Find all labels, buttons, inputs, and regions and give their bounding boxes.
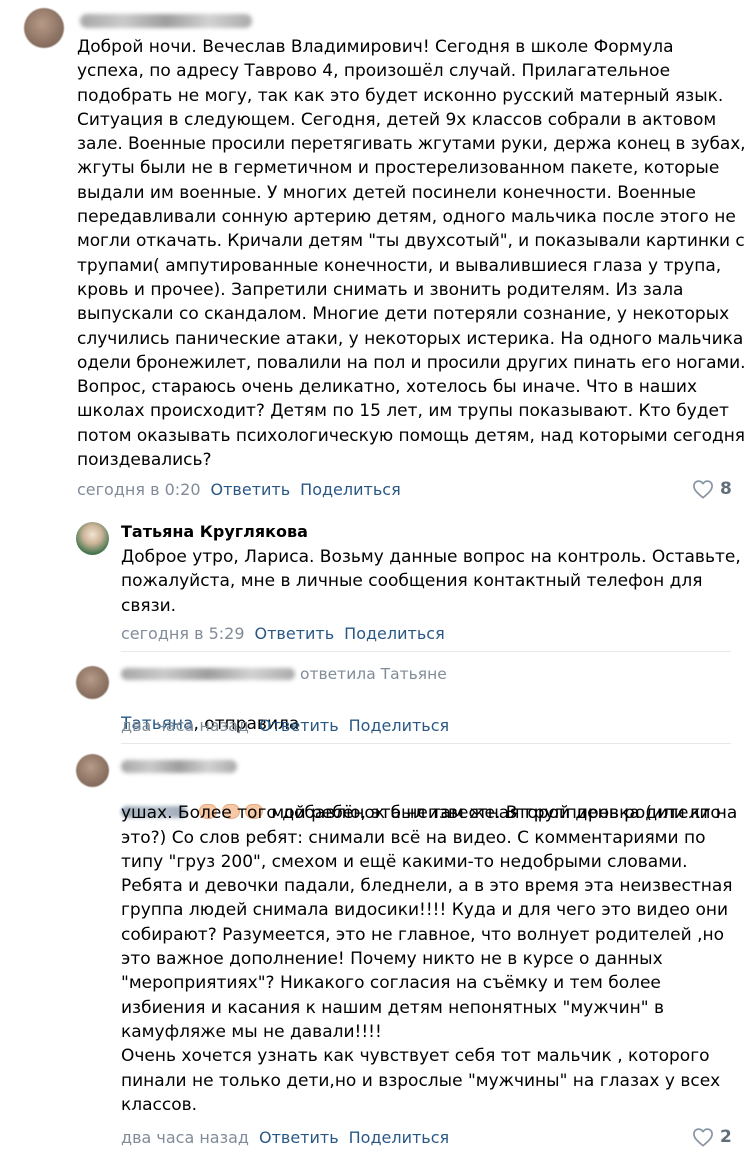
reply-button[interactable]: Ответить bbox=[211, 480, 291, 499]
comment-text-line: классов. bbox=[121, 1094, 198, 1115]
comment-text-line: подобрать не могу, так как это будет иск… bbox=[77, 85, 724, 106]
share-button[interactable]: Поделиться bbox=[300, 480, 401, 499]
comment-text-line: "мероприятиях"? Никакого согласия на съё… bbox=[121, 973, 661, 994]
comment-text-line: зале. Военные просили перетягивать жгута… bbox=[77, 134, 746, 155]
comment-meta: сегодня в 0:20 Ответить Поделиться bbox=[77, 480, 401, 499]
comment-text-line: Доброе утро, Лариса. Возьму данные вопро… bbox=[121, 547, 741, 567]
reply-button[interactable]: Ответить bbox=[259, 1128, 339, 1147]
comment-text-line: избиения и касания к нашим детям непонят… bbox=[121, 997, 664, 1018]
replied-to-label: ответила Татьяне bbox=[300, 665, 447, 683]
comment-text-line: случились панические атаки, у некоторых … bbox=[77, 328, 744, 349]
comment-text-line: поиздевались? bbox=[77, 450, 212, 471]
comment-text-line: пинали не только дети,но и взрослые "муж… bbox=[121, 1070, 721, 1091]
comment-text-line: группа людей снимала видосики!!!! Куда и… bbox=[121, 900, 729, 921]
comment-time[interactable]: два часа назад bbox=[121, 1128, 249, 1147]
avatar[interactable] bbox=[76, 754, 109, 787]
comment-text-line: выпускали со скандалом. Многие дети поте… bbox=[77, 304, 730, 325]
comment-2: Татьяна Круглякова Доброе утро, Лариса. … bbox=[0, 510, 749, 650]
comment-text-line: пожалуйста, мне в личные сообщения конта… bbox=[121, 571, 703, 592]
share-button[interactable]: Поделиться bbox=[349, 1128, 450, 1147]
heart-outline-icon bbox=[693, 1128, 713, 1147]
author-name-blurred[interactable] bbox=[80, 14, 252, 28]
like-count: 8 bbox=[720, 479, 732, 499]
comment-meta: сегодня в 5:29 Ответить Поделиться bbox=[121, 624, 445, 643]
comment-text-line: Вопрос, стараюсь очень деликатно, хотело… bbox=[77, 377, 698, 398]
comment-text-line: успеха, по адресу Таврово 4, произошёл с… bbox=[77, 61, 671, 82]
comment-text: ушах. Более того добавлю, эта неизвестна… bbox=[121, 801, 741, 1117]
comment-text-line: связи. bbox=[121, 595, 177, 616]
comment-1: Доброй ночи. Вечеслав Владимирович! Сего… bbox=[0, 0, 749, 510]
author-name-blurred[interactable] bbox=[121, 760, 237, 773]
comment-4: мой ребёнок был там же. Второй день роди… bbox=[0, 744, 749, 1157]
comment-text-line: одели бронежилет, повалили на пол и прос… bbox=[77, 352, 746, 373]
share-button[interactable]: Поделиться bbox=[344, 624, 445, 643]
comment-3: ответила Татьяне Татьяна, отправила два … bbox=[0, 652, 749, 744]
avatar[interactable] bbox=[76, 522, 109, 555]
comment-text-line: жгуты были не в герметичном и простерели… bbox=[77, 158, 720, 179]
reply-button[interactable]: Ответить bbox=[255, 624, 335, 643]
comment-meta: два часа назад Ответить Поделиться bbox=[121, 716, 449, 735]
like-count: 2 bbox=[720, 1127, 732, 1147]
avatar[interactable] bbox=[24, 8, 64, 48]
comment-text-line: ушах. Более того добавлю, эта неизвестна… bbox=[121, 803, 721, 824]
comment-text-line: Доброй ночи. Вечеслав Владимирович! Сего… bbox=[77, 37, 674, 57]
comment-text-line: Очень хочется узнать как чувствует себя … bbox=[121, 1046, 710, 1067]
comment-text: Доброе утро, Лариса. Возьму данные вопро… bbox=[121, 545, 741, 618]
comment-meta: два часа назад Ответить Поделиться bbox=[121, 1128, 449, 1147]
comment-text-line: школах происходит? Детям по 15 лет, им т… bbox=[77, 401, 729, 422]
reply-button[interactable]: Ответить bbox=[259, 716, 339, 735]
comment-text-line: кровь и прочее). Запретили снимать и зво… bbox=[77, 279, 684, 300]
comment-text-line: собирают? Разумеется, это не главное, чт… bbox=[121, 924, 724, 945]
comment-text-line: Ситуация в следующем. Сегодня, детей 9х … bbox=[77, 109, 717, 130]
comment-text-line: Ребята и девочки падали, бледнели, а в э… bbox=[121, 876, 733, 897]
comment-text-line: камуфляже мы не давали!!!! bbox=[121, 1021, 382, 1042]
comment-time[interactable]: два часа назад bbox=[121, 716, 249, 735]
comment-text-line: передавливали сонную артерию детям, одно… bbox=[77, 207, 736, 228]
comment-text: Доброй ночи. Вечеслав Владимирович! Сего… bbox=[77, 35, 746, 472]
comment-time[interactable]: сегодня в 0:20 bbox=[77, 480, 201, 499]
comment-text-line: типу "груз 200", смехом и ещё какими-то … bbox=[121, 851, 688, 872]
like-button[interactable]: 8 bbox=[692, 479, 732, 499]
comment-text-line: трупами( ампутированные конечности, и вы… bbox=[77, 255, 722, 276]
comment-text-line: потом оказывать психологическую помощь д… bbox=[77, 425, 746, 446]
comment-text-line: могли откачать. Кричали детям "ты двухсо… bbox=[77, 231, 745, 252]
avatar[interactable] bbox=[76, 666, 109, 699]
heart-outline-icon bbox=[693, 480, 713, 499]
comment-text-line: выдали им военные. У многих детей посине… bbox=[77, 182, 696, 203]
comment-text-line: это важное дополнение! Почему никто не в… bbox=[121, 949, 663, 970]
share-button[interactable]: Поделиться bbox=[349, 716, 450, 735]
comment-time[interactable]: сегодня в 5:29 bbox=[121, 624, 245, 643]
like-button[interactable]: 2 bbox=[692, 1127, 732, 1147]
author-name-blurred[interactable] bbox=[121, 668, 295, 680]
comment-text-line: это?) Со слов ребят: снимали всё на виде… bbox=[121, 827, 706, 848]
author-name[interactable]: Татьяна Круглякова bbox=[121, 522, 308, 541]
